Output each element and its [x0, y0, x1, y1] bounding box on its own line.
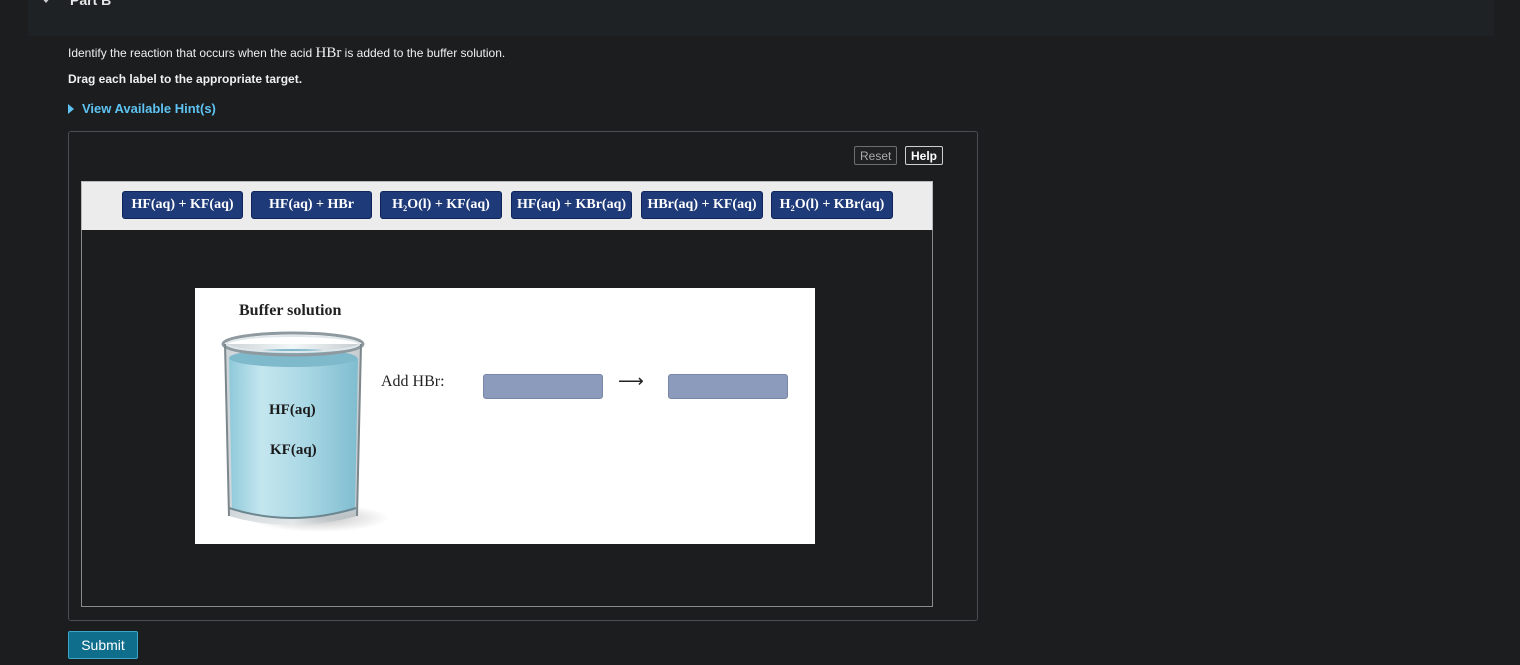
- label-chip-h2o-kf[interactable]: H₂O(l) + KF(aq): [380, 191, 502, 219]
- beaker-label-hf: HF(aq): [269, 402, 316, 418]
- question-text: Identify the reaction that occurs when t…: [68, 45, 505, 62]
- label-chip-h2o-kbr[interactable]: H₂O(l) + KBr(aq): [771, 191, 893, 219]
- expand-triangle-icon: [68, 103, 74, 114]
- label-chip-hbr-kf[interactable]: HBr(aq) + KF(aq): [641, 191, 763, 219]
- reactants-drop-target[interactable]: [483, 374, 603, 399]
- reaction-arrow-icon: ⟶: [618, 371, 644, 391]
- page: Part B Identify the reaction that occurs…: [0, 0, 1520, 665]
- label-bank: HF(aq) + KF(aq) HF(aq) + HBr H₂O(l) + KF…: [81, 181, 933, 232]
- add-hbr-text: Add HBr:: [381, 373, 445, 390]
- buffer-figure: Buffer solution HF(aq) KF(aq) Add HBr: ⟶: [195, 288, 815, 544]
- products-drop-target[interactable]: [668, 374, 788, 399]
- submit-button[interactable]: Submit: [68, 631, 138, 659]
- label-chip-hf-kbr[interactable]: HF(aq) + KBr(aq): [511, 191, 632, 219]
- part-header[interactable]: Part B: [28, 0, 1494, 36]
- question-suffix: is added to the buffer solution.: [341, 46, 506, 60]
- acid-formula: HBr: [315, 45, 342, 61]
- reset-button[interactable]: Reset: [854, 146, 898, 165]
- question-prefix: Identify the reaction that occurs when t…: [68, 46, 316, 60]
- label-chip-hf-kf[interactable]: HF(aq) + KF(aq): [122, 191, 243, 219]
- beaker-icon: [221, 331, 389, 532]
- figure-title: Buffer solution: [239, 302, 342, 319]
- help-button[interactable]: Help: [905, 146, 944, 165]
- label-chip-hf-hbr[interactable]: HF(aq) + HBr: [251, 191, 372, 219]
- collapse-caret-icon[interactable]: [41, 0, 51, 3]
- drag-instruction: Drag each label to the appropriate targe…: [68, 72, 303, 86]
- beaker-label-kf: KF(aq): [270, 442, 317, 458]
- view-hints-link[interactable]: View Available Hint(s): [68, 101, 216, 116]
- hints-label: View Available Hint(s): [82, 101, 216, 116]
- part-title: Part B: [70, 0, 112, 8]
